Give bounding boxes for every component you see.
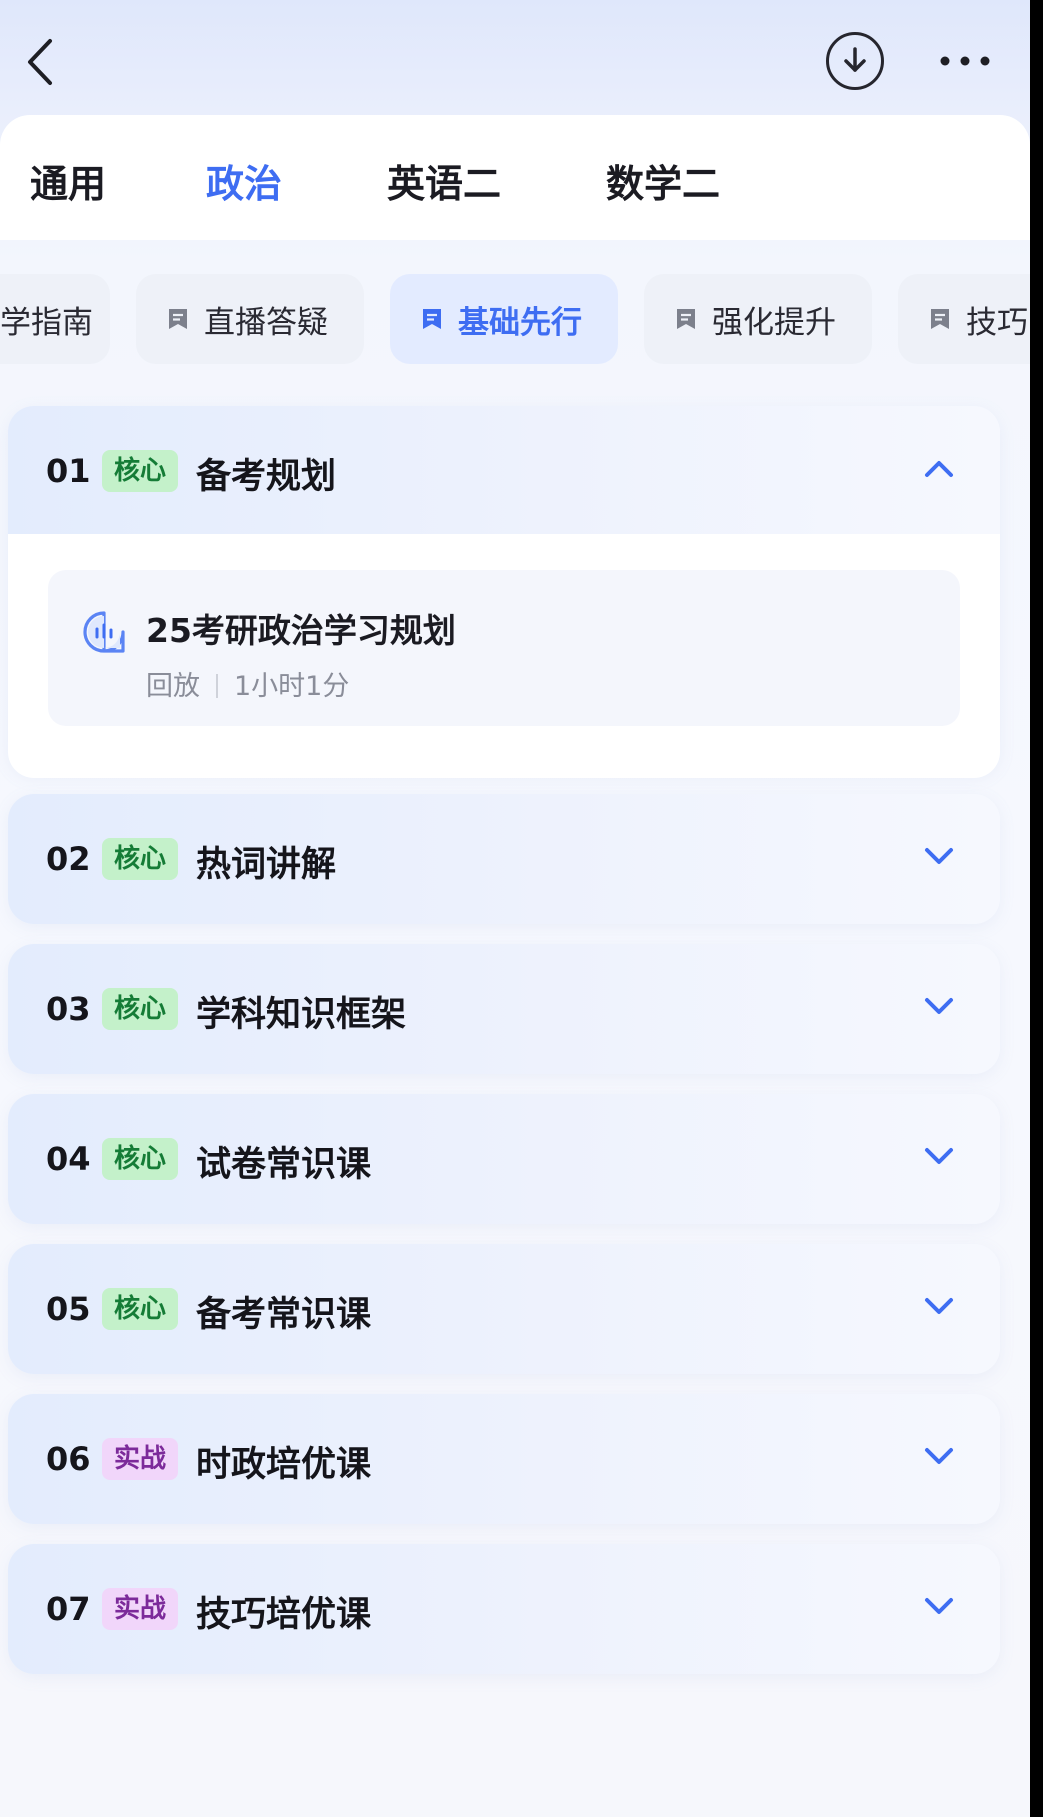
category-label: 基础先行 <box>458 304 582 341</box>
section-number: 03 <box>46 990 91 1028</box>
core-tag: 核心 <box>102 1138 179 1180</box>
category-advanced[interactable]: 强化提升 <box>644 274 872 364</box>
bookmark-icon <box>169 309 187 329</box>
chevron-down-icon <box>925 1448 953 1464</box>
chevron-down-icon <box>925 1148 953 1164</box>
live-replay-icon <box>83 611 125 653</box>
section-number: 01 <box>46 452 91 490</box>
section-number: 02 <box>46 840 91 878</box>
more-icon <box>940 56 990 66</box>
meta-divider <box>216 674 218 698</box>
top-bar <box>0 0 1030 120</box>
lesson-item[interactable]: 25考研政治学习规划 回放 1小时1分 <box>48 570 960 726</box>
chevron-down-icon <box>925 998 953 1014</box>
chevron-down-icon <box>925 848 953 864</box>
section-header[interactable]: 04 核心 试卷常识课 <box>8 1094 1000 1224</box>
section-number: 04 <box>46 1140 91 1178</box>
tab-math-2[interactable]: 数学二 <box>606 153 720 208</box>
core-tag: 核心 <box>102 1288 179 1330</box>
category-skills[interactable]: 技巧 <box>898 274 1030 364</box>
section-01: 01 核心 备考规划 25考研政治学习规划 回放 1小时1分 <box>8 406 1000 778</box>
category-study-guide[interactable]: 学指南 <box>0 274 110 364</box>
tab-english-2[interactable]: 英语二 <box>387 153 501 208</box>
core-tag: 核心 <box>102 450 179 492</box>
section-title: 技巧培优课 <box>196 1595 372 1635</box>
tab-general[interactable]: 通用 <box>30 153 106 208</box>
section-header[interactable]: 06 实战 时政培优课 <box>8 1394 1000 1524</box>
chevron-up-icon <box>925 461 953 477</box>
lesson-type: 回放 <box>146 671 200 702</box>
tab-politics[interactable]: 政治 <box>206 153 282 208</box>
section-title: 备考规划 <box>196 457 337 497</box>
bookmark-icon <box>423 309 441 329</box>
section-04[interactable]: 04 核心 试卷常识课 <box>8 1094 1000 1224</box>
section-title: 学科知识框架 <box>196 995 407 1035</box>
download-icon <box>844 47 866 72</box>
back-button[interactable] <box>10 30 70 94</box>
section-number: 06 <box>46 1440 91 1478</box>
category-label: 强化提升 <box>712 304 836 341</box>
section-title: 时政培优课 <box>196 1445 372 1485</box>
chevron-down-icon <box>925 1298 953 1314</box>
core-tag: 核心 <box>102 988 179 1030</box>
app-screen: 通用 政治 英语二 数学二 学指南 直播答疑 基础先行 强化提升 技巧 01 核… <box>0 0 1030 1817</box>
section-header[interactable]: 03 核心 学科知识框架 <box>8 944 1000 1074</box>
more-button[interactable] <box>930 36 1000 86</box>
category-live-qa[interactable]: 直播答疑 <box>136 274 364 364</box>
section-05[interactable]: 05 核心 备考常识课 <box>8 1244 1000 1374</box>
section-body: 25考研政治学习规划 回放 1小时1分 <box>8 534 1000 778</box>
section-title: 备考常识课 <box>196 1295 372 1335</box>
section-02[interactable]: 02 核心 热词讲解 <box>8 794 1000 924</box>
section-header[interactable]: 02 核心 热词讲解 <box>8 794 1000 924</box>
section-header[interactable]: 01 核心 备考规划 <box>8 406 1000 536</box>
section-number: 07 <box>46 1590 91 1628</box>
category-label: 学指南 <box>0 304 93 341</box>
chevron-down-icon <box>925 1598 953 1614</box>
lesson-meta: 回放 1小时1分 <box>146 664 349 703</box>
practice-tag: 实战 <box>102 1438 179 1480</box>
section-number: 05 <box>46 1290 91 1328</box>
section-title: 热词讲解 <box>196 845 337 885</box>
core-tag: 核心 <box>102 838 179 880</box>
bookmark-icon <box>931 309 949 329</box>
section-header[interactable]: 05 核心 备考常识课 <box>8 1244 1000 1374</box>
category-foundation[interactable]: 基础先行 <box>390 274 618 364</box>
section-07[interactable]: 07 实战 技巧培优课 <box>8 1544 1000 1674</box>
section-06[interactable]: 06 实战 时政培优课 <box>8 1394 1000 1524</box>
bookmark-icon <box>677 309 695 329</box>
back-arrow-icon <box>28 39 52 85</box>
download-button[interactable] <box>826 32 884 90</box>
lesson-title: 25考研政治学习规划 <box>146 611 456 650</box>
section-header[interactable]: 07 实战 技巧培优课 <box>8 1544 1000 1674</box>
category-label: 技巧 <box>966 304 1028 341</box>
practice-tag: 实战 <box>102 1588 179 1630</box>
lesson-duration: 1小时1分 <box>234 671 350 702</box>
category-label: 直播答疑 <box>204 304 328 341</box>
section-title: 试卷常识课 <box>196 1145 372 1185</box>
section-03[interactable]: 03 核心 学科知识框架 <box>8 944 1000 1074</box>
category-tabs: 学指南 直播答疑 基础先行 强化提升 技巧 <box>0 274 1030 368</box>
subject-tabs: 通用 政治 英语二 数学二 <box>0 115 1030 240</box>
